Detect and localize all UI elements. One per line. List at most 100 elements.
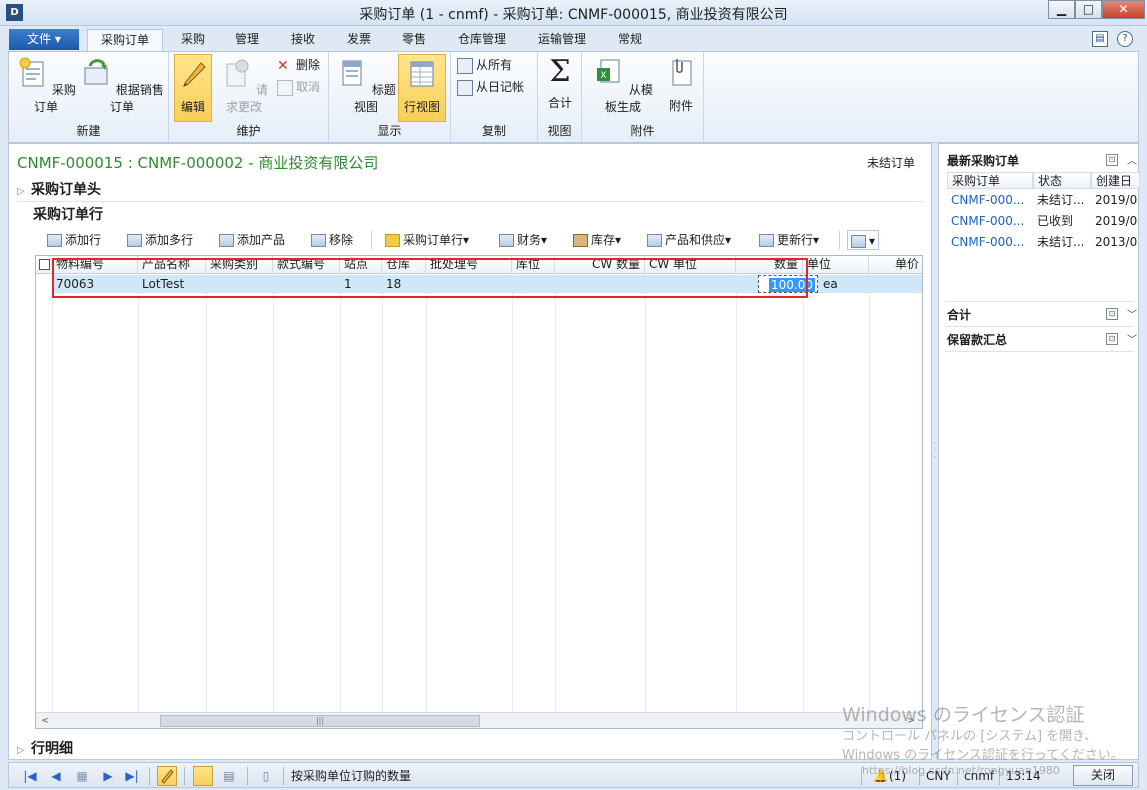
scroll-left-icon[interactable]: < <box>38 715 52 727</box>
order-status: 未结订单 <box>866 156 915 170</box>
add-products-icon <box>219 234 234 247</box>
select-all-checkbox[interactable] <box>39 259 50 270</box>
pencil-icon <box>161 769 174 784</box>
ribbon-group-show: 标题视图 行视图 显示 <box>329 52 451 142</box>
expand-chevron-icon[interactable]: ﹀ <box>1127 306 1137 321</box>
extra-actions-menu[interactable]: ▾ <box>847 230 880 250</box>
update-line-menu[interactable]: 更新行▾ <box>759 230 819 250</box>
watermark-line1: Windows のライセンス認証 <box>842 704 1085 726</box>
po-link[interactable]: CNMF-000... <box>947 190 1033 210</box>
factbox-options-icon[interactable]: ⊡ <box>1106 333 1118 345</box>
lines-grid: 物料编号 产品名称 采购类别 款式编号 站点 仓库 批处理号 库位 CW 数量 … <box>35 255 923 729</box>
financials-menu[interactable]: 财务▾ <box>499 230 547 250</box>
po-link[interactable]: CNMF-000... <box>947 232 1033 252</box>
tab-file[interactable]: 文件 ▾ <box>9 29 79 50</box>
tab-manage[interactable]: 管理 <box>224 29 270 51</box>
grid-line <box>869 274 870 714</box>
close-button[interactable]: 关闭 <box>1073 765 1133 786</box>
remove-button[interactable]: 移除 <box>311 230 353 250</box>
next-record-icon[interactable]: ▶ <box>99 767 117 785</box>
minimize-button[interactable]: ▁ <box>1048 0 1075 19</box>
line-view-icon <box>410 61 434 87</box>
copy-from-journal-button[interactable]: 从日记帐 <box>457 77 524 97</box>
section-header[interactable]: ▷ 采购订单头 <box>17 179 101 199</box>
grid-line <box>273 274 274 714</box>
product-and-supply-menu[interactable]: 产品和供应▾ <box>647 230 731 250</box>
col-status[interactable]: 状态 <box>1033 172 1091 189</box>
col-unit-price[interactable]: 单价 <box>869 256 922 274</box>
tab-general[interactable]: 常规 <box>607 29 653 51</box>
financials-label: 财务▾ <box>517 233 548 247</box>
grid-list-icon[interactable]: ▦ <box>73 767 91 785</box>
update-icon <box>759 234 774 247</box>
status-separator <box>184 767 185 785</box>
annotation-highlight-box <box>52 258 808 298</box>
generate-from-template-button[interactable]: X 从模板生成 <box>588 54 658 122</box>
tab-warehouse-management[interactable]: 仓库管理 <box>447 29 517 51</box>
add-lines-label: 添加多行 <box>145 233 194 247</box>
attachments-button[interactable]: 附件 <box>662 54 700 122</box>
divider <box>945 351 1134 352</box>
sigma-icon: Σ <box>549 54 571 89</box>
edit-button[interactable]: 编辑 <box>174 54 212 122</box>
grid-line <box>645 274 646 714</box>
horizontal-scrollbar[interactable]: < ||| > <box>36 712 922 728</box>
collapse-icon[interactable]: ︿ <box>1127 152 1137 167</box>
inventory-menu[interactable]: 库存▾ <box>573 230 621 250</box>
document-icon[interactable]: ▯ <box>257 767 275 785</box>
col-po[interactable]: 采购订单 <box>947 172 1033 189</box>
request-change-button[interactable]: 请求更改 <box>215 54 273 122</box>
tab-receive[interactable]: 接收 <box>280 29 326 51</box>
grid-line <box>138 274 139 714</box>
copy-from-all-button[interactable]: 从所有 <box>457 55 512 75</box>
layout-icon[interactable]: ▤ <box>1092 31 1108 47</box>
totals-label: 合计 <box>547 96 572 110</box>
product-and-supply-label: 产品和供应▾ <box>665 233 732 247</box>
add-products-button[interactable]: 添加产品 <box>219 230 285 250</box>
col-unit[interactable]: 单位 <box>803 256 869 274</box>
po-status: 已收到 <box>1037 214 1074 228</box>
totals-button[interactable]: Σ 合计 <box>540 54 580 122</box>
scroll-thumb[interactable]: ||| <box>160 715 480 727</box>
line-view-button[interactable]: 行视图 <box>398 54 446 122</box>
grid-view-icon[interactable]: ▤ <box>219 767 239 785</box>
tab-purchase-order[interactable]: 采购订单 <box>87 29 163 51</box>
add-line-button[interactable]: 添加行 <box>47 230 101 250</box>
last-record-icon[interactable]: ▶| <box>123 767 141 785</box>
purchase-order-line-menu[interactable]: 采购订单行▾ <box>385 230 469 250</box>
tab-transportation-management[interactable]: 运输管理 <box>527 29 597 51</box>
cancel-icon <box>277 79 293 96</box>
section-lines-label: 采购订单行 <box>33 207 103 223</box>
po-created: 2019/0 <box>1095 214 1138 228</box>
previous-record-icon[interactable]: ◀ <box>47 767 65 785</box>
po-created: 2013/0 <box>1095 235 1138 249</box>
tab-retail[interactable]: 零售 <box>391 29 437 51</box>
tab-purchase[interactable]: 采购 <box>170 29 216 51</box>
header-view-button[interactable]: 标题视图 <box>335 54 397 122</box>
help-icon[interactable]: ? <box>1117 31 1133 47</box>
po-status: 未结订... <box>1037 235 1085 249</box>
first-record-icon[interactable]: |◀ <box>21 767 39 785</box>
col-created[interactable]: 创建日 <box>1091 172 1140 189</box>
factbox-options-icon[interactable]: ⊡ <box>1106 308 1118 320</box>
factbox-options-icon[interactable]: ⊡ <box>1106 154 1118 166</box>
po-link[interactable]: CNMF-000... <box>947 211 1033 231</box>
cancel-button[interactable]: 取消 <box>277 77 320 97</box>
edit-mode-icon[interactable] <box>157 766 177 786</box>
from-sales-order-button[interactable]: 根据销售订单 <box>79 54 165 122</box>
maximize-button[interactable]: □ <box>1075 0 1102 19</box>
section-lines[interactable]: 采购订单行 <box>33 204 103 224</box>
product-icon <box>647 234 662 247</box>
section-line-details[interactable]: ▷ 行明细 <box>17 738 73 758</box>
cell-unit[interactable]: ea <box>819 275 869 293</box>
delete-button[interactable]: ✕ 删除 <box>277 55 320 75</box>
from-sales-order-label: 根据销售订单 <box>109 83 164 114</box>
close-window-button[interactable]: ✕ <box>1102 0 1145 19</box>
ribbon-group-view: Σ 合计 视图 <box>538 52 582 142</box>
add-lines-button[interactable]: 添加多行 <box>127 230 193 250</box>
tab-invoice[interactable]: 发票 <box>336 29 382 51</box>
grid-line <box>206 274 207 714</box>
new-purchase-order-button[interactable]: 采购订单 <box>15 54 77 122</box>
expand-chevron-icon[interactable]: ﹀ <box>1127 331 1137 346</box>
form-view-icon[interactable] <box>193 766 213 786</box>
